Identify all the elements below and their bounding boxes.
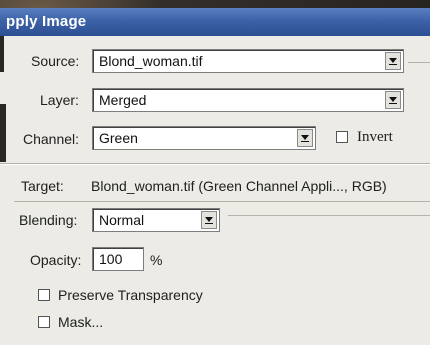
source-value: Blond_woman.tif: [99, 53, 203, 69]
opacity-input[interactable]: 100: [92, 247, 144, 271]
photo-edge: [0, 104, 6, 162]
mask-checkbox[interactable]: [38, 316, 50, 328]
source-select[interactable]: Blond_woman.tif: [92, 49, 404, 73]
opacity-label: Opacity:: [30, 252, 82, 268]
layer-select[interactable]: Merged: [92, 88, 404, 112]
divider: [408, 62, 430, 63]
mask-label[interactable]: Mask...: [58, 314, 103, 330]
blending-select[interactable]: Normal: [92, 208, 220, 232]
layer-value: Merged: [99, 92, 147, 108]
layer-label: Layer:: [40, 92, 79, 108]
chevron-down-icon[interactable]: [385, 52, 401, 70]
channel-value: Green: [99, 130, 138, 146]
target-label: Target:: [21, 178, 64, 194]
channel-select[interactable]: Green: [92, 126, 316, 150]
chevron-down-icon[interactable]: [385, 91, 401, 109]
channel-label: Channel:: [23, 131, 80, 147]
preserve-transparency-checkbox[interactable]: [38, 289, 50, 301]
invert-checkbox[interactable]: [336, 131, 348, 143]
blending-value: Normal: [99, 212, 145, 228]
group-border-top: [14, 201, 430, 202]
opacity-unit: %: [150, 252, 163, 268]
photo-edge: [0, 36, 4, 72]
chevron-down-icon[interactable]: [201, 211, 217, 229]
preserve-transparency-label: Preserve Transparency: [58, 287, 203, 303]
chevron-down-icon[interactable]: [297, 129, 313, 147]
group-border-line: [228, 215, 430, 216]
target-value: Blond_woman.tif (Green Channel Appli...,…: [91, 178, 387, 194]
invert-label: Invert: [357, 129, 393, 145]
opacity-value: 100: [99, 251, 123, 267]
window-title: pply Image: [6, 13, 87, 30]
blending-label: Blending:: [19, 212, 78, 228]
source-label: Source:: [31, 53, 80, 69]
section-divider-highlight: [0, 164, 430, 165]
